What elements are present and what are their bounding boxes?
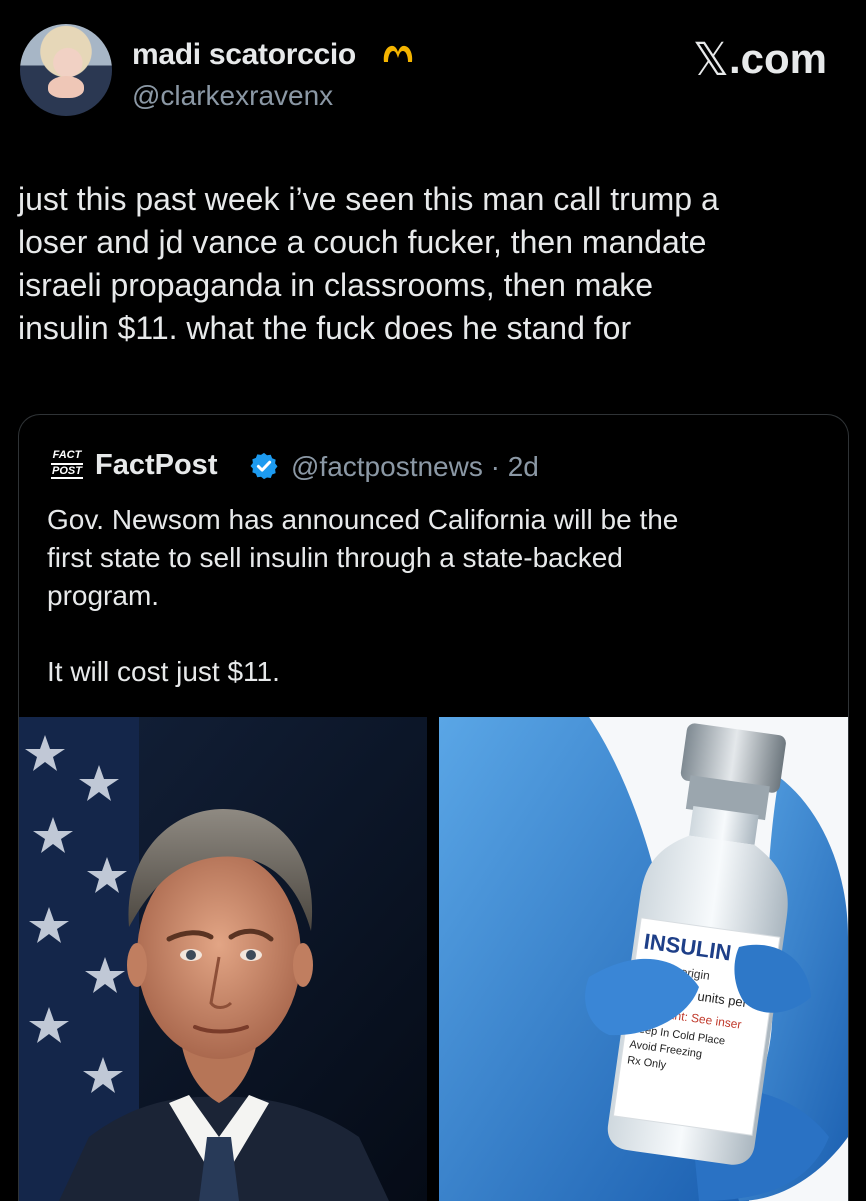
site-label: .com — [728, 35, 827, 82]
newsom-photo-illustration — [19, 717, 427, 1201]
verified-badge-icon — [250, 452, 278, 480]
quoted-tweet[interactable]: FACT POST FactPost @factpostnews · 2d Go… — [18, 414, 849, 1201]
heart-hands-icon — [383, 45, 413, 62]
quoted-line: It will cost just $11. — [47, 656, 280, 687]
site-watermark: 𝕏.com — [692, 34, 827, 88]
tweet-line: loser and jd vance a couch fucker, then … — [18, 224, 707, 260]
newsom-photo[interactable] — [19, 717, 427, 1201]
quoted-handle-time[interactable]: @factpostnews · 2d — [291, 451, 539, 483]
tweet-text: just this past week i’ve seen this man c… — [18, 178, 848, 350]
insulin-vial-photo[interactable]: INSULIN (rDNA) origin 10 ml/100 units pe… — [439, 717, 848, 1201]
author-handle[interactable]: @clarkexravenx — [132, 80, 333, 112]
factpost-logo[interactable]: FACT POST — [51, 449, 83, 485]
tweet-line: just this past week i’ve seen this man c… — [18, 181, 719, 217]
tweet-line: insulin $11. what the fuck does he stand… — [18, 310, 632, 346]
quoted-line: first state to sell insulin through a st… — [47, 542, 623, 573]
quoted-tweet-header: FACT POST FactPost @factpostnews · 2d — [51, 449, 811, 489]
avatar[interactable] — [20, 24, 112, 116]
insulin-vial-illustration: INSULIN (rDNA) origin 10 ml/100 units pe… — [439, 717, 848, 1201]
quoted-line: program. — [47, 580, 160, 611]
logo-line-2: POST — [51, 463, 83, 479]
quoted-author-name[interactable]: FactPost — [95, 449, 217, 482]
quoted-tweet-text: Gov. Newsom has announced California wil… — [47, 501, 817, 691]
tweet-header: madi scatorccio @clarkexravenx 𝕏.com — [0, 0, 866, 140]
author-name[interactable]: madi scatorccio — [132, 38, 356, 72]
avatar-hands — [48, 76, 84, 98]
tweet-line: israeli propaganda in classrooms, then m… — [18, 267, 653, 303]
quoted-line: Gov. Newsom has announced California wil… — [47, 504, 679, 535]
x-logo-icon: 𝕏 — [692, 34, 729, 85]
logo-line-1: FACT — [52, 449, 82, 461]
